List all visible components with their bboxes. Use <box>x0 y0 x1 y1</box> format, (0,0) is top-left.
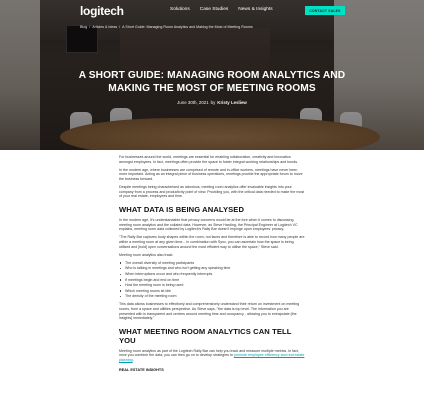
nav-link-news-insights[interactable]: News & Insights <box>238 7 272 12</box>
nav-link-solutions[interactable]: Solutions <box>170 7 190 12</box>
breadcrumb-articles[interactable]: Articles & Ideas <box>92 25 117 29</box>
hero-banner: logitech Solutions Case Studies News & I… <box>0 0 424 150</box>
logitech-logo[interactable]: logitech <box>80 4 124 18</box>
nav-link-case-studies[interactable]: Case Studies <box>200 7 229 12</box>
top-nav: logitech Solutions Case Studies News & I… <box>0 0 424 22</box>
post-date: June 30th, 2021 <box>177 100 209 105</box>
post-author[interactable]: Kristy Lesliew <box>217 100 247 105</box>
bullet-item: The overall diversity of meeting partici… <box>119 261 305 265</box>
breadcrumb-current: A Short Guide: Managing Room Analytics a… <box>122 25 253 29</box>
breadcrumb-blog[interactable]: Blog <box>80 25 87 29</box>
bullet-item: How the meeting room is being used <box>119 283 305 287</box>
bullet-item: Which meeting rooms sit idle <box>119 289 305 293</box>
bullet-item: The density of the meeting room <box>119 294 305 298</box>
bullet-item: When interruptions occur and who frequen… <box>119 272 305 276</box>
post-by-label: by <box>210 100 216 105</box>
paragraph-text: . <box>132 358 134 362</box>
bullet-item: Who is talking in meetings and who isn't… <box>119 266 305 270</box>
section-heading-analytics-tell-you: WHAT MEETING ROOM ANALYTICS CAN TELL YOU <box>119 326 292 345</box>
section-paragraph: "The Rally Bar captures body shapes with… <box>119 235 305 249</box>
article-body: For businesses around the world, meeting… <box>119 155 305 374</box>
section-paragraph: This data allows businesses to effective… <box>119 302 300 321</box>
breadcrumb-separator: / <box>119 25 121 29</box>
page-title: A SHORT GUIDE: MANAGING ROOM ANALYTICS A… <box>78 70 346 94</box>
breadcrumb-separator: / <box>89 25 91 29</box>
nav-links: Solutions Case Studies News & Insights <box>170 7 273 12</box>
section-heading-data-analysed: WHAT DATA IS BEING ANALYSED <box>119 204 245 214</box>
intro-paragraph: Despite meetings being characterised as … <box>119 185 305 199</box>
intro-paragraph: In the modern age, where businesses are … <box>119 167 303 181</box>
post-meta: June 30th, 2021 by Kristy Lesliew <box>0 100 424 105</box>
subheading-real-estate-insights: REAL ESTATE INSIGHTS <box>119 367 164 372</box>
section-paragraph: Meeting room analytics as part of the Lo… <box>119 349 305 363</box>
breadcrumb: Blog / Articles & Ideas / A Short Guide: Man… <box>80 25 253 29</box>
intro-paragraph: For businesses around the world, meeting… <box>119 155 298 164</box>
section-paragraph: In the modern age, it's understandable t… <box>119 217 298 232</box>
section-paragraph: Meeting room analytics also track: <box>119 252 174 257</box>
contact-sales-button[interactable]: CONTACT SALES <box>305 6 345 15</box>
analytics-bullet-list: The overall diversity of meeting partici… <box>119 261 305 299</box>
bullet-item: If meetings begin and end on time <box>119 278 305 282</box>
